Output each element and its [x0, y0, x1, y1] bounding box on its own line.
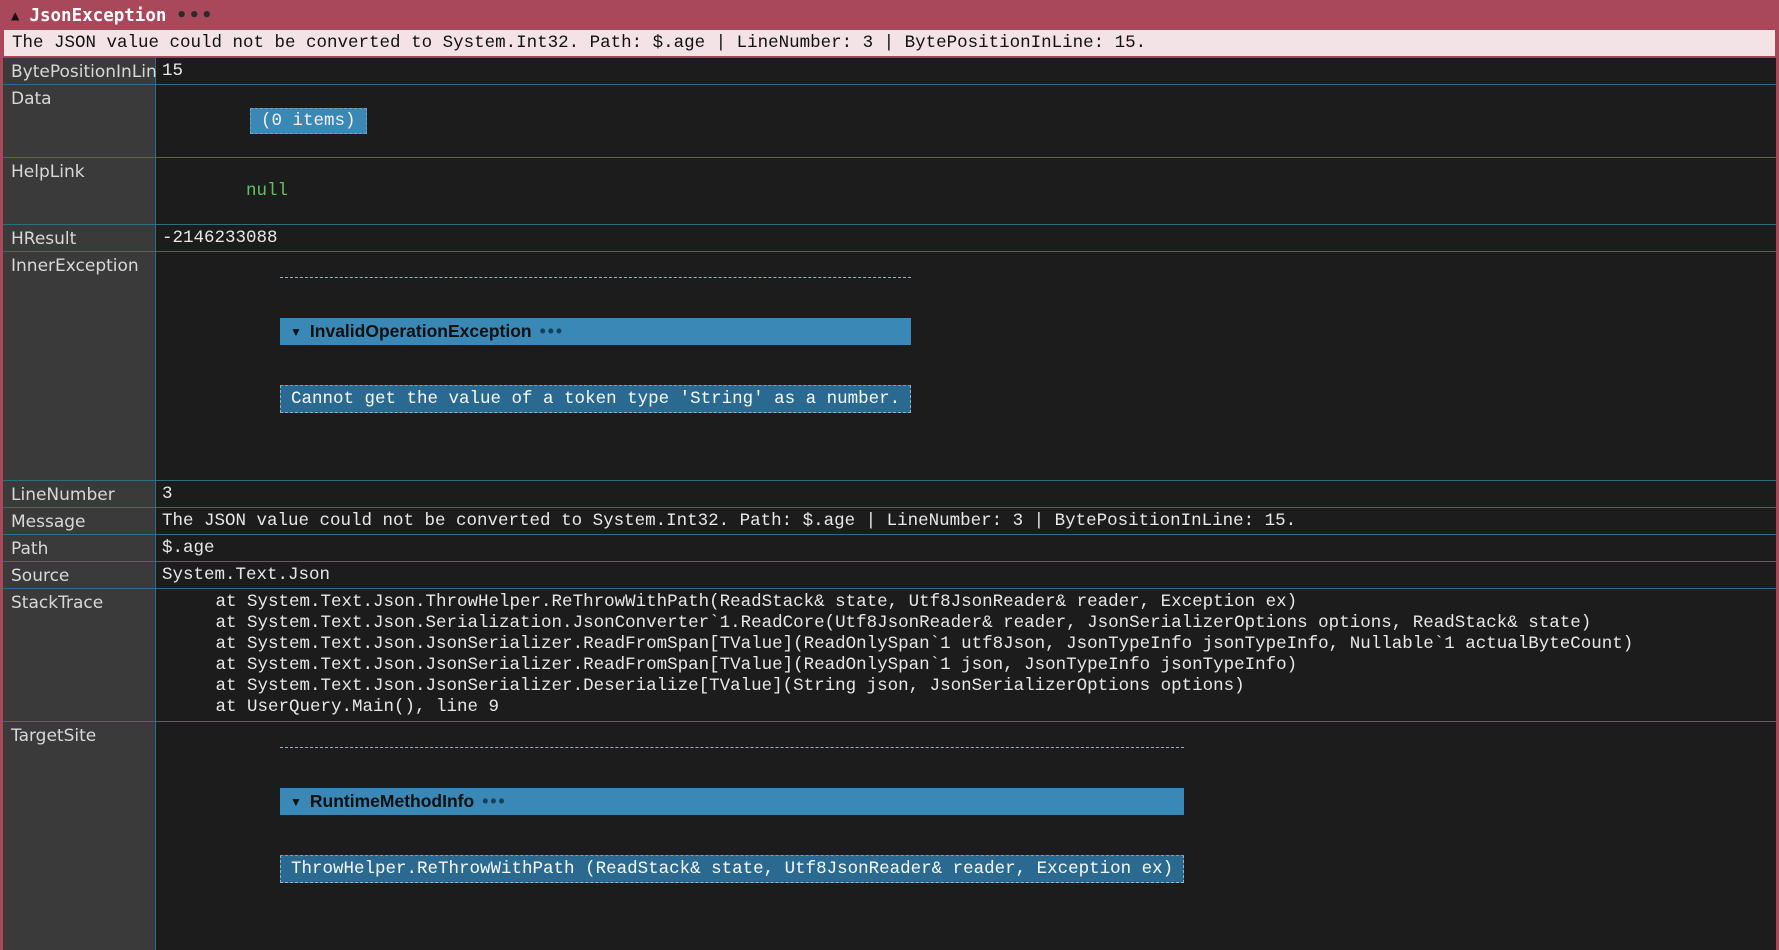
row-source: Source System.Text.Json — [3, 561, 1776, 588]
value: 15 — [156, 58, 1776, 84]
more-icon[interactable]: ••• — [482, 791, 506, 812]
label: HelpLink — [3, 158, 156, 224]
targetsite-value: ThrowHelper.ReThrowWithPath (ReadStack& … — [280, 855, 1184, 883]
null-value: null — [246, 181, 288, 201]
label: Message — [3, 508, 156, 534]
label: LineNumber — [3, 481, 156, 507]
expand-icon[interactable]: ▼ — [290, 325, 302, 339]
value: ▼ RuntimeMethodInfo ••• ThrowHelper.ReTh… — [156, 722, 1776, 950]
row-line-number: LineNumber 3 — [3, 480, 1776, 507]
value: (0 items) — [156, 85, 1776, 157]
label: BytePositionInLine — [3, 58, 156, 84]
value: null — [156, 158, 1776, 224]
inner-exception-header[interactable]: ▼ InvalidOperationException ••• — [280, 318, 911, 345]
row-data: Data (0 items) — [3, 84, 1776, 157]
row-helplink: HelpLink null — [3, 157, 1776, 224]
collapse-icon[interactable]: ▲ — [11, 8, 19, 24]
row-hresult: HResult -2146233088 — [3, 224, 1776, 251]
label: Source — [3, 562, 156, 588]
more-icon[interactable]: ••• — [176, 6, 214, 26]
value: The JSON value could not be converted to… — [156, 508, 1776, 534]
value: System.Text.Json — [156, 562, 1776, 588]
inner-exception-title: InvalidOperationException — [310, 321, 532, 342]
stacktrace-value: at System.Text.Json.ThrowHelper.ReThrowW… — [156, 589, 1776, 721]
row-targetsite: TargetSite ▼ RuntimeMethodInfo ••• Throw… — [3, 721, 1776, 950]
row-stacktrace: StackTrace at System.Text.Json.ThrowHelp… — [3, 588, 1776, 721]
value: ▼ InvalidOperationException ••• Cannot g… — [156, 252, 1776, 480]
inner-exception-panel: ▼ InvalidOperationException ••• Cannot g… — [280, 277, 911, 453]
targetsite-title: RuntimeMethodInfo — [310, 791, 474, 812]
label: Path — [3, 535, 156, 561]
panel-header[interactable]: ▲ JsonException ••• — [3, 3, 1776, 29]
row-message: Message The JSON value could not be conv… — [3, 507, 1776, 534]
expand-icon[interactable]: ▼ — [290, 795, 302, 809]
more-icon[interactable]: ••• — [540, 321, 564, 342]
inner-exception-message: Cannot get the value of a token type 'St… — [280, 385, 911, 413]
exception-type-title: JsonException — [29, 6, 166, 26]
label: Data — [3, 85, 156, 157]
collection-badge[interactable]: (0 items) — [250, 108, 367, 134]
property-table: BytePositionInLine 15 Data (0 items) Hel… — [3, 57, 1776, 950]
label: TargetSite — [3, 722, 156, 950]
value: 3 — [156, 481, 1776, 507]
exception-panel: ▲ JsonException ••• The JSON value could… — [3, 3, 1776, 640]
targetsite-panel: ▼ RuntimeMethodInfo ••• ThrowHelper.ReTh… — [280, 747, 1184, 923]
exception-summary: The JSON value could not be converted to… — [3, 29, 1776, 57]
row-inner-exception: InnerException ▼ InvalidOperationExcepti… — [3, 251, 1776, 480]
value: $.age — [156, 535, 1776, 561]
label: InnerException — [3, 252, 156, 480]
row-byte-position: BytePositionInLine 15 — [3, 57, 1776, 84]
value: -2146233088 — [156, 225, 1776, 251]
targetsite-header[interactable]: ▼ RuntimeMethodInfo ••• — [280, 788, 1184, 815]
row-path: Path $.age — [3, 534, 1776, 561]
label: HResult — [3, 225, 156, 251]
label: StackTrace — [3, 589, 156, 721]
